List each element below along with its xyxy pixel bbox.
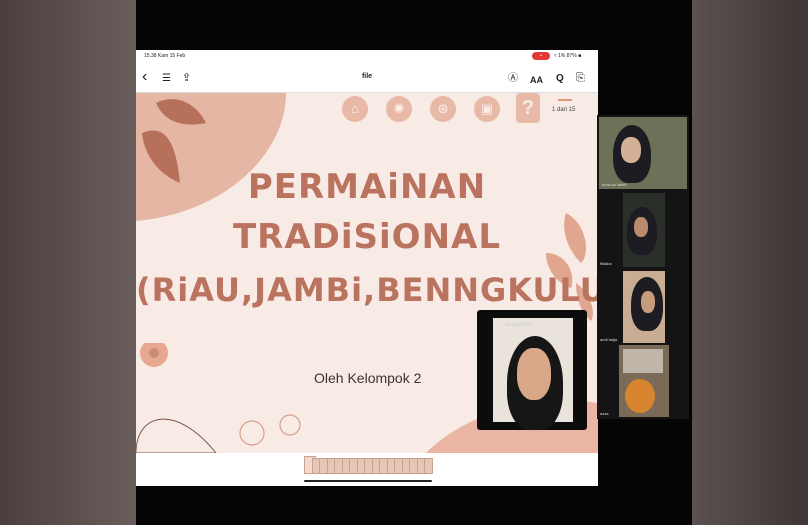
self-camera-view[interactable]: annisafitriah bbox=[477, 310, 587, 430]
background-left bbox=[0, 0, 136, 525]
participant-video-2[interactable] bbox=[623, 193, 665, 267]
status-time: 15.38 Kam 15 Feb bbox=[144, 53, 186, 59]
participant-name: andi ladja bbox=[600, 337, 618, 342]
participant-strip: nurul su lailah fildaka andi ladja azza bbox=[597, 115, 689, 419]
bookmark-icon[interactable]: ⎘ bbox=[576, 70, 585, 86]
thumbnail-strip[interactable] bbox=[136, 453, 598, 486]
question-icon[interactable]: ? bbox=[516, 93, 540, 123]
flower-decoration-bottom-left bbox=[136, 343, 217, 453]
participant-video-4[interactable] bbox=[619, 345, 669, 417]
page-indicator: 1 dari 15 bbox=[552, 107, 576, 113]
slide-thumbnail[interactable] bbox=[424, 458, 433, 474]
background-right bbox=[692, 0, 808, 525]
annotate-icon[interactable]: Ⓐ bbox=[508, 71, 518, 87]
slide-byline: Oleh Kelompok 2 bbox=[314, 370, 422, 386]
document-title: file bbox=[361, 73, 373, 80]
thumbnail-container bbox=[304, 453, 434, 477]
slide-title-line-2: TRADiSiONAL bbox=[232, 217, 502, 257]
home-icon[interactable]: ⌂ bbox=[342, 96, 368, 122]
participant-video-1[interactable]: nurul su lailah bbox=[599, 117, 687, 189]
slide-title-line-3: (RiAU,JAMBi,BENNGKULU) bbox=[136, 271, 598, 309]
ball-icon[interactable]: ⊛ bbox=[430, 96, 456, 122]
battery-status: ≈ 1% 87% ■ bbox=[554, 53, 582, 59]
flower-outline-decoration bbox=[239, 414, 301, 446]
participant-video-3[interactable] bbox=[623, 271, 665, 343]
record-indicator: • bbox=[532, 52, 550, 60]
camera-label: annisafitriah bbox=[505, 322, 532, 328]
slide-title-line-1: PERMAiNAN bbox=[247, 167, 487, 207]
toolbar: ‹ ☰ ⇪ file Ⓐ AA Q ⎘ bbox=[136, 62, 598, 93]
book-icon[interactable]: ▣ bbox=[474, 96, 500, 122]
search-icon[interactable]: Q bbox=[556, 71, 564, 87]
status-bar: 15.38 Kam 15 Feb • ≈ 1% 87% ■ bbox=[136, 50, 598, 62]
lightbulb-icon[interactable]: ✺ bbox=[386, 96, 412, 122]
participant-name: azza bbox=[600, 411, 609, 416]
text-size-icon[interactable]: AA bbox=[530, 72, 543, 88]
participant-name: nurul su lailah bbox=[602, 182, 627, 187]
home-indicator bbox=[304, 480, 432, 482]
page-bar bbox=[558, 99, 572, 101]
